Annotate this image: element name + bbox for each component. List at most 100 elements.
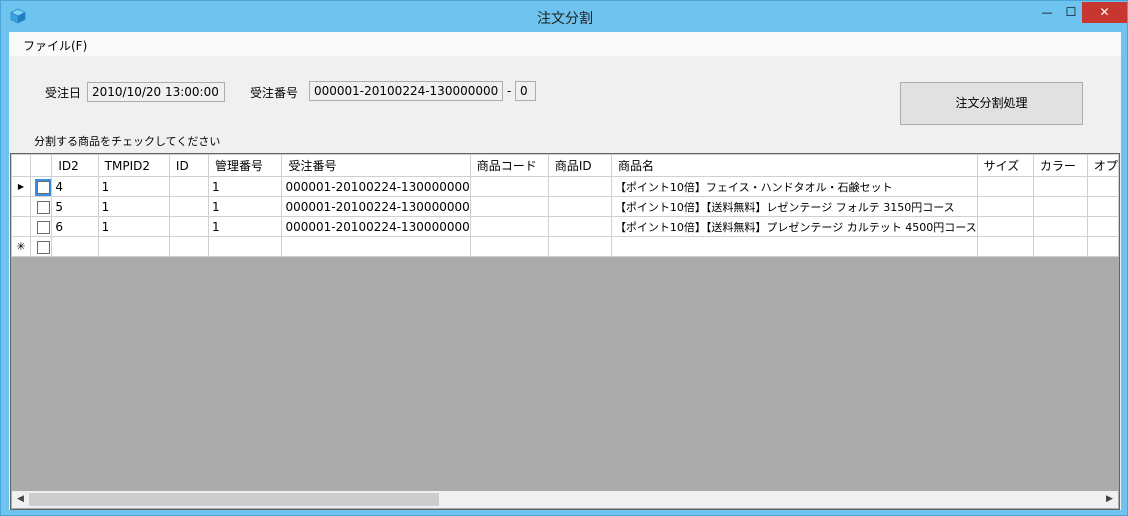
grid-table: ID2 TMPID2 ID 管理番号 受注番号 商品コード 商品ID 商品名 サ…: [11, 154, 1119, 257]
app-window: 注文分割 — ☐ ✕ ファイル(F) 受注日 2010/10/20 13:00:…: [0, 0, 1128, 516]
cell-name[interactable]: 【ポイント10倍】フェイス・ハンドタオル・石鹸セット: [610, 176, 978, 197]
checkbox-icon[interactable]: [36, 200, 50, 214]
order-no-label: 受注番号: [250, 86, 299, 100]
cell-juchu[interactable]: 000001-20100224-130000000: [281, 216, 471, 237]
scroll-thumb[interactable]: [29, 493, 439, 506]
new-row-icon: ✳: [11, 236, 31, 257]
order-no-separator: -: [507, 84, 512, 98]
cell-id[interactable]: [168, 196, 210, 217]
cell-empty[interactable]: [610, 236, 978, 257]
close-icon: ✕: [1099, 5, 1110, 19]
cell-kanri[interactable]: 1: [208, 196, 283, 217]
table-row[interactable]: 5 1 1 000001-20100224-130000000 【ポイント10倍…: [11, 196, 1119, 217]
cell-code[interactable]: [469, 176, 549, 197]
minimize-icon: —: [1041, 6, 1053, 19]
menu-bar: ファイル(F): [9, 32, 1121, 57]
new-row[interactable]: ✳: [11, 236, 1119, 257]
cell-size[interactable]: [976, 216, 1034, 237]
header-check[interactable]: [29, 154, 53, 177]
cell-id2[interactable]: 6: [51, 216, 99, 237]
window-title: 注文分割: [537, 11, 593, 27]
header-corner: [11, 154, 31, 177]
cell-tmpid2[interactable]: 1: [97, 196, 170, 217]
checkbox-icon[interactable]: [36, 240, 50, 254]
cell-option[interactable]: [1086, 216, 1119, 237]
cell-tmpid2[interactable]: 1: [97, 176, 170, 197]
cell-empty[interactable]: [1086, 236, 1119, 257]
cell-size[interactable]: [976, 196, 1034, 217]
cell-kanri[interactable]: 1: [208, 216, 283, 237]
cell-empty[interactable]: [281, 236, 471, 257]
checkbox-icon[interactable]: [36, 220, 50, 234]
menu-file[interactable]: ファイル(F): [23, 37, 87, 54]
header-size[interactable]: サイズ: [976, 154, 1034, 177]
checkbox-icon[interactable]: [34, 178, 51, 196]
cell-shohin-id[interactable]: [547, 176, 612, 197]
title-bar: 注文分割 — ☐ ✕: [1, 1, 1128, 32]
order-no-field[interactable]: 000001-20100224-130000000: [309, 81, 503, 101]
row-checkbox[interactable]: [29, 196, 53, 217]
header-shohin-id[interactable]: 商品ID: [547, 154, 612, 177]
cell-code[interactable]: [469, 216, 549, 237]
cell-size[interactable]: [976, 176, 1034, 197]
grid-header-row: ID2 TMPID2 ID 管理番号 受注番号 商品コード 商品ID 商品名 サ…: [11, 154, 1119, 177]
header-color[interactable]: カラー: [1032, 154, 1088, 177]
cell-id[interactable]: [168, 216, 210, 237]
order-no-suffix-field[interactable]: 0: [515, 81, 536, 101]
cell-option[interactable]: [1086, 196, 1119, 217]
header-name[interactable]: 商品名: [610, 154, 978, 177]
cell-code[interactable]: [469, 196, 549, 217]
cell-color[interactable]: [1032, 216, 1088, 237]
cell-id2[interactable]: 5: [51, 196, 99, 217]
cell-kanri[interactable]: 1: [208, 176, 283, 197]
cell-empty[interactable]: [97, 236, 170, 257]
cell-empty[interactable]: [469, 236, 549, 257]
cell-empty[interactable]: [1032, 236, 1088, 257]
cell-empty[interactable]: [51, 236, 99, 257]
cell-empty[interactable]: [168, 236, 210, 257]
cell-shohin-id[interactable]: [547, 216, 612, 237]
cell-empty[interactable]: [976, 236, 1034, 257]
scroll-right-icon[interactable]: ▶: [1101, 491, 1118, 508]
order-date-label: 受注日: [45, 86, 82, 100]
current-row-icon: ▶: [11, 176, 31, 197]
cell-color[interactable]: [1032, 196, 1088, 217]
split-order-button[interactable]: 注文分割処理: [900, 82, 1083, 125]
cell-id2[interactable]: 4: [51, 176, 99, 197]
header-code[interactable]: 商品コード: [469, 154, 549, 177]
cell-tmpid2[interactable]: 1: [97, 216, 170, 237]
row-header: [11, 196, 31, 217]
row-checkbox[interactable]: [29, 236, 53, 257]
header-kanri[interactable]: 管理番号: [208, 154, 283, 177]
cell-empty[interactable]: [547, 236, 612, 257]
header-juchu[interactable]: 受注番号: [281, 154, 471, 177]
order-date-field[interactable]: 2010/10/20 13:00:00: [87, 82, 225, 102]
maximize-button[interactable]: ☐: [1060, 2, 1082, 23]
header-id2[interactable]: ID2: [51, 154, 99, 177]
cell-empty[interactable]: [208, 236, 283, 257]
order-items-grid: ID2 TMPID2 ID 管理番号 受注番号 商品コード 商品ID 商品名 サ…: [10, 153, 1120, 510]
cell-juchu[interactable]: 000001-20100224-130000000: [281, 196, 471, 217]
instruction-text: 分割する商品をチェックしてください: [34, 135, 221, 148]
horizontal-scrollbar[interactable]: ◀ ▶: [12, 491, 1118, 508]
header-option[interactable]: オプ: [1086, 154, 1119, 177]
cell-id[interactable]: [168, 176, 210, 197]
table-row[interactable]: ▶ 4 1 1 000001-20100224-130000000 【ポイント1…: [11, 176, 1119, 197]
close-button[interactable]: ✕: [1082, 2, 1127, 23]
cell-color[interactable]: [1032, 176, 1088, 197]
minimize-button[interactable]: —: [1034, 2, 1060, 23]
client-area: ファイル(F) 受注日 2010/10/20 13:00:00 受注番号 000…: [9, 32, 1121, 510]
scroll-left-icon[interactable]: ◀: [12, 491, 29, 508]
cell-juchu[interactable]: 000001-20100224-130000000: [281, 176, 471, 197]
cell-shohin-id[interactable]: [547, 196, 612, 217]
header-tmpid2[interactable]: TMPID2: [97, 154, 170, 177]
header-id[interactable]: ID: [168, 154, 210, 177]
cell-name[interactable]: 【ポイント10倍】【送料無料】プレゼンテージ カルテット 4500円コース: [610, 216, 978, 237]
cell-name[interactable]: 【ポイント10倍】【送料無料】レゼンテージ フォルテ 3150円コース: [610, 196, 978, 217]
maximize-icon: ☐: [1065, 5, 1077, 19]
row-checkbox[interactable]: [29, 176, 53, 197]
cell-option[interactable]: [1086, 176, 1119, 197]
table-row[interactable]: 6 1 1 000001-20100224-130000000 【ポイント10倍…: [11, 216, 1119, 237]
row-checkbox[interactable]: [29, 216, 53, 237]
row-header: [11, 216, 31, 237]
